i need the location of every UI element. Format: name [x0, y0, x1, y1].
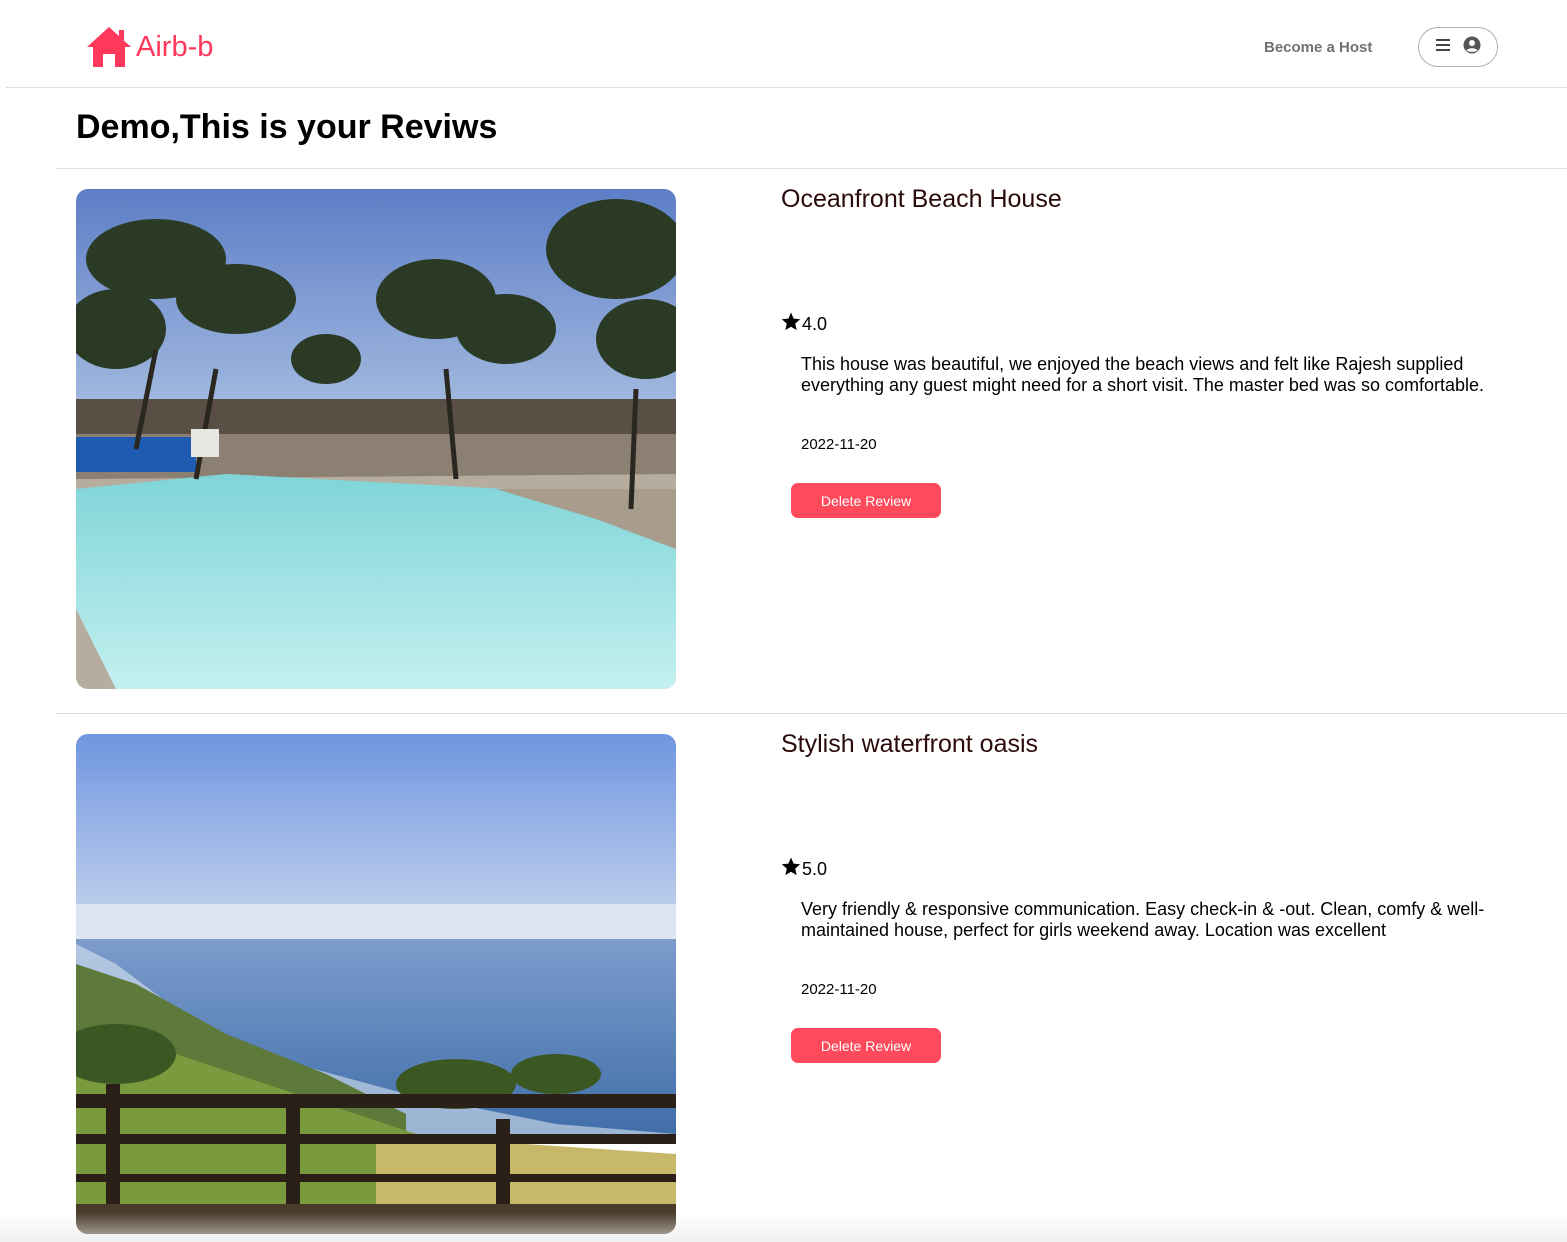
logo-text: Airb-b [136, 30, 214, 63]
review-text: This house was beautiful, we enjoyed the… [801, 354, 1485, 395]
become-host-link[interactable]: Become a Host [1264, 39, 1372, 56]
star-icon [781, 312, 801, 336]
listing-name[interactable]: Stylish waterfront oasis [781, 730, 1038, 759]
listing-name[interactable]: Oceanfront Beach House [781, 185, 1062, 214]
review-date: 2022-11-20 [801, 436, 877, 453]
top-nav-bar: Airb-b Become a Host [6, 0, 1567, 88]
rating: 5.0 [781, 857, 827, 881]
user-circle-icon [1463, 36, 1481, 59]
rating: 4.0 [781, 312, 827, 336]
house-icon [86, 26, 132, 68]
logo[interactable]: Airb-b [86, 26, 213, 68]
review-card: Oceanfront Beach House 4.0 This house wa… [56, 169, 1567, 714]
listing-photo[interactable] [76, 734, 676, 1234]
hamburger-icon [1435, 38, 1451, 57]
delete-review-button[interactable]: Delete Review [791, 1028, 941, 1063]
review-card: Stylish waterfront oasis 5.0 Very friend… [56, 714, 1567, 1242]
delete-review-button[interactable]: Delete Review [791, 483, 941, 518]
review-date: 2022-11-20 [801, 981, 877, 998]
page-title: Demo,This is your Reviws [76, 108, 498, 146]
rating-value: 5.0 [802, 858, 828, 879]
star-icon [781, 857, 801, 881]
listing-photo[interactable] [76, 189, 676, 689]
user-menu-button[interactable] [1418, 27, 1498, 67]
rating-value: 4.0 [802, 313, 828, 334]
review-text: Very friendly & responsive communication… [801, 899, 1485, 940]
